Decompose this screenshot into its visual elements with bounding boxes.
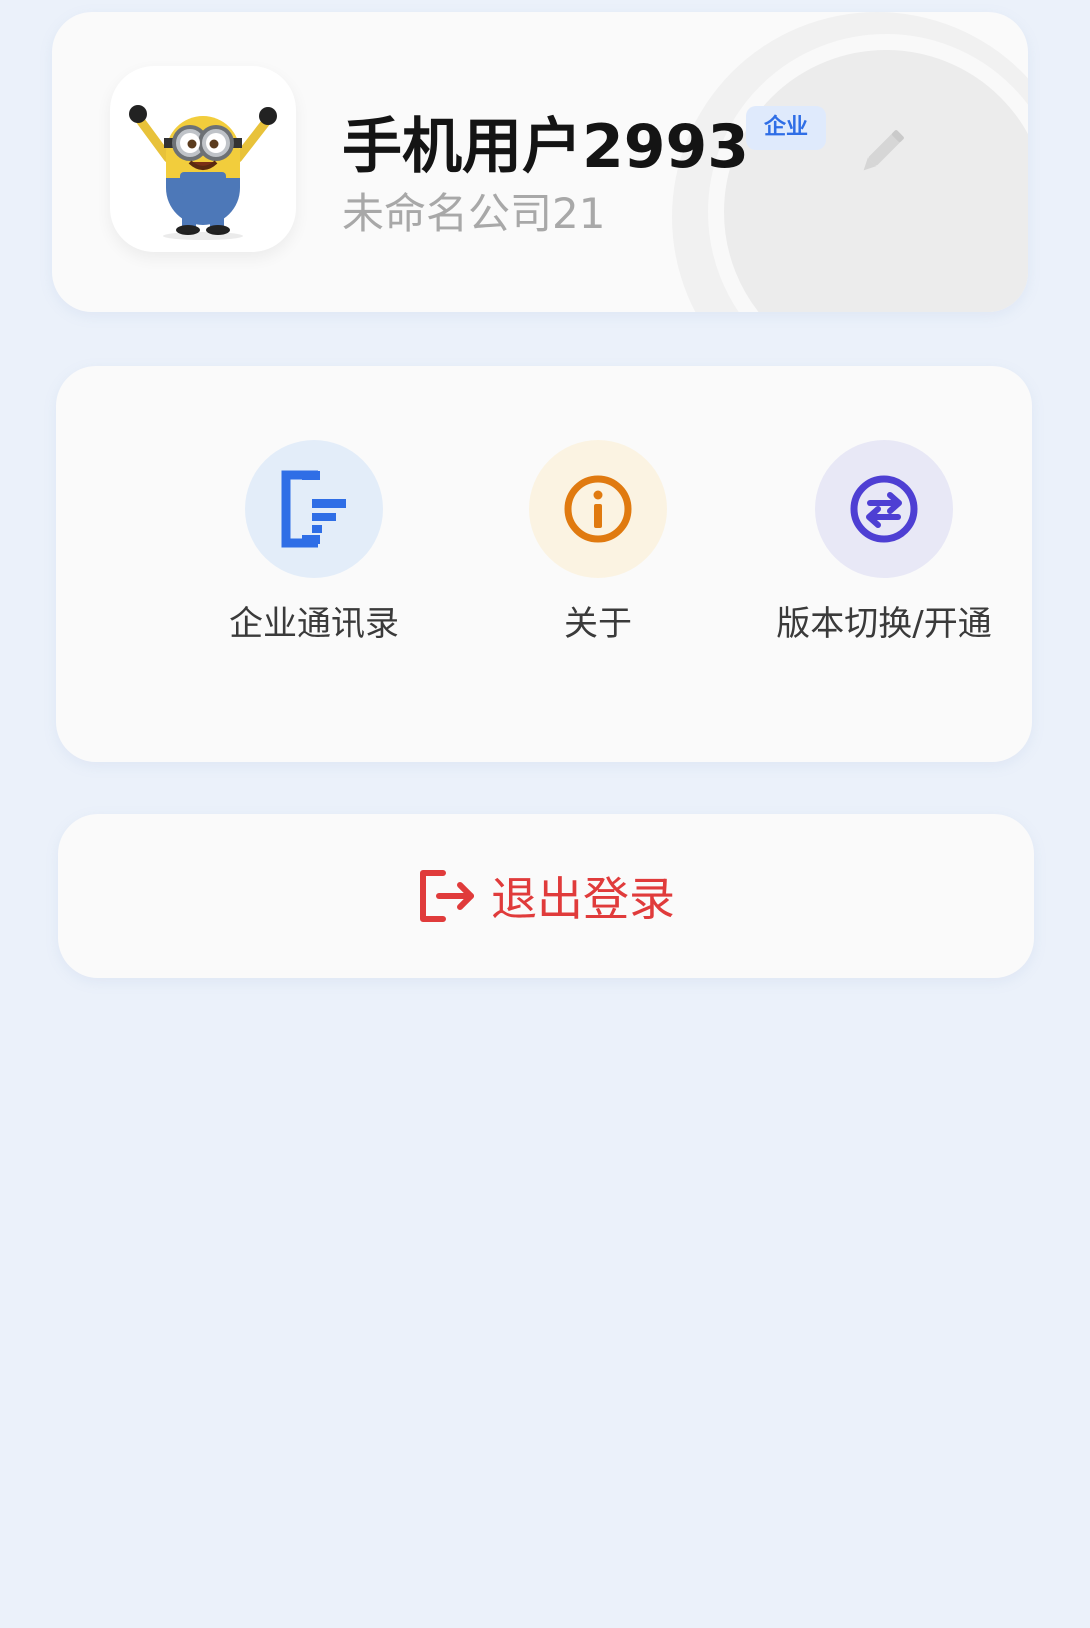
pencil-icon	[863, 130, 904, 171]
logout-button[interactable]: 退出登录	[58, 814, 1034, 978]
minion-avatar-icon	[129, 105, 277, 240]
menu-item-about[interactable]: 关于	[448, 440, 748, 646]
user-name: 手机用户2993	[342, 112, 749, 182]
profile-card: 手机用户2993 企业 未命名公司21	[52, 12, 1028, 312]
logout-content: 退出登录	[417, 863, 675, 929]
logout-label: 退出登录	[491, 872, 675, 926]
avatar[interactable]	[110, 66, 296, 252]
contacts-icon	[281, 470, 346, 548]
info-icon	[564, 475, 632, 543]
menu-item-enterprise-contacts[interactable]: 企业通讯录	[164, 440, 464, 646]
icon-circle	[815, 440, 953, 578]
edit-profile-button[interactable]	[852, 122, 912, 182]
icon-circle	[245, 440, 383, 578]
menu-item-label: 企业通讯录	[229, 604, 399, 644]
switch-icon	[850, 475, 918, 543]
enterprise-badge: 企业	[746, 106, 826, 150]
menu-item-version-switch[interactable]: 版本切换/开通	[734, 440, 1032, 646]
icon-circle	[529, 440, 667, 578]
logout-icon	[420, 870, 474, 922]
menu-item-label: 版本切换/开通	[776, 604, 992, 644]
quick-menu-card: 企业通讯录 关于 版本切换/开通	[56, 366, 1032, 762]
menu-item-label: 关于	[564, 604, 632, 644]
company-name: 未命名公司21	[342, 189, 606, 238]
